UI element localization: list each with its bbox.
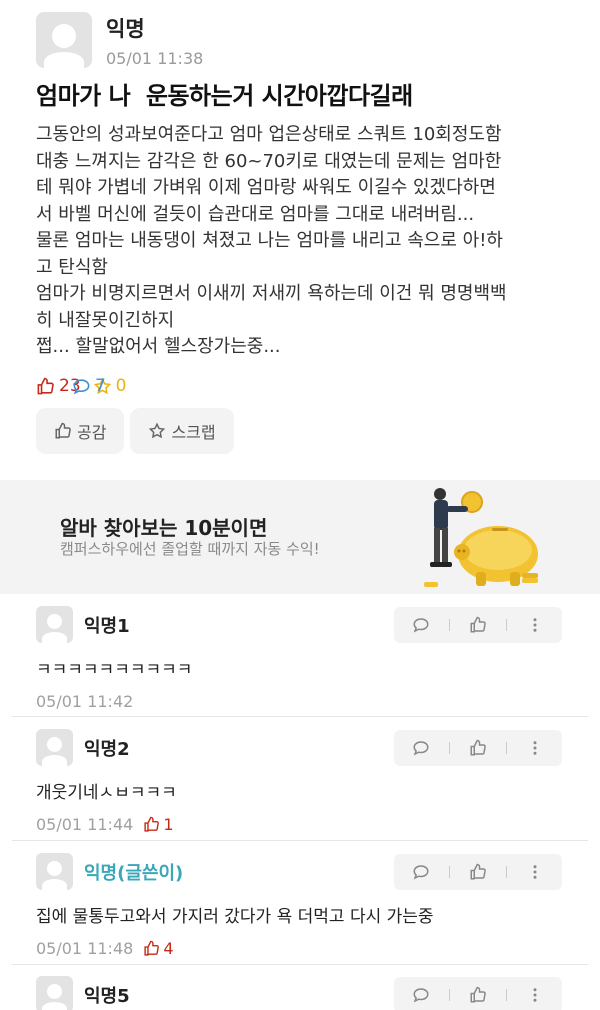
post-body-line: 서 바벨 머신에 걸듯이 습관대로 엄마를 그대로 내려버림... xyxy=(36,203,475,225)
more-vertical-icon[interactable] xyxy=(526,739,544,757)
comment: 익명2 개웃기네ㅅㅂㅋㅋㅋ 05/01 11:44 1 xyxy=(36,729,562,834)
comment: 익명(글쓴이) 집에 물통두고와서 가지러 갔다가 욕 더먹고 다시 가는중 0… xyxy=(36,853,562,958)
comment-time: 05/01 11:48 xyxy=(36,939,134,958)
comment-like-count: 4 xyxy=(143,939,174,958)
comment-like-count: 1 xyxy=(143,815,174,834)
reply-icon[interactable] xyxy=(412,863,430,881)
post-author-name: 익명 xyxy=(106,16,145,41)
post-title: 엄마가 나 운동하는거 시간아깝다길래 xyxy=(36,82,413,110)
post-body-line: 대충 느껴지는 감각은 한 60~70키로 대였는데 문제는 엄마한 xyxy=(36,150,502,172)
piggy-bank-illustration xyxy=(424,488,538,587)
star-icon xyxy=(149,422,166,439)
comment-text: 개웃기네ㅅㅂㅋㅋㅋ xyxy=(36,783,177,803)
post-body: 그동안의 성과보여준다고 엄마 업은상태로 스쿼트 10회정도함 대충 느껴지는… xyxy=(36,122,566,361)
post-stats: 23 7 0 xyxy=(36,376,138,396)
post-body-line: 그동안의 성과보여준다고 엄마 업은상태로 스쿼트 10회정도함 xyxy=(36,124,502,145)
divider xyxy=(12,964,588,965)
comment-toolbar xyxy=(394,730,562,766)
divider xyxy=(12,840,588,841)
comment-avatar xyxy=(36,853,73,890)
ad-title: 알바 찾아보는 10분이면 xyxy=(60,516,268,540)
thumb-up-icon xyxy=(37,377,54,394)
comment-author: 익명2 xyxy=(84,738,130,760)
comment-text: 집에 물통두고와서 가지러 갔다가 욕 더먹고 다시 가는중 xyxy=(36,907,434,927)
thumb-up-icon xyxy=(144,816,160,832)
thumb-up-icon xyxy=(55,422,71,439)
reply-icon[interactable] xyxy=(412,986,430,1004)
more-vertical-icon[interactable] xyxy=(526,863,544,881)
comment-time: 05/01 11:42 xyxy=(36,692,134,711)
divider xyxy=(12,716,588,717)
author-avatar xyxy=(36,12,92,68)
comment-toolbar xyxy=(394,854,562,890)
thumb-up-icon[interactable] xyxy=(469,863,487,881)
post-body-line: 엄마가 비명지르면서 이새끼 저새끼 욕하는데 이건 뭐 명명백백 xyxy=(36,283,507,304)
post-header: 익명 05/01 11:38 xyxy=(36,12,203,68)
scrap-button[interactable]: 스크랩 xyxy=(130,408,234,454)
post-actions: 공감 스크랩 xyxy=(36,408,240,454)
comment-count: 7 xyxy=(72,376,598,396)
comment-text: ㅋㅋㅋㅋㅋㅋㅋㅋㅋㅋ xyxy=(36,660,193,680)
scrap-button-label: 스크랩 xyxy=(171,423,216,442)
comment: 익명1 ㅋㅋㅋㅋㅋㅋㅋㅋㅋㅋ 05/01 11:42 xyxy=(36,606,562,711)
post-body-line: 고 탄식함 xyxy=(36,256,108,278)
comment-toolbar xyxy=(394,607,562,643)
post-body-line: 쩝... 할말없어서 헬스장가는중... xyxy=(36,336,281,357)
comment-author: 익명1 xyxy=(84,615,130,637)
speech-bubble-icon xyxy=(73,378,90,394)
like-button-label: 공감 xyxy=(77,423,107,442)
ad-banner[interactable]: 알바 찾아보는 10분이면 캠퍼스하우에선 졸업할 때까지 자동 수익! xyxy=(0,480,600,594)
comment-avatar xyxy=(36,976,73,1010)
comment-author-op: 익명(글쓴이) xyxy=(84,862,184,884)
comment-avatar xyxy=(36,606,73,643)
reply-icon[interactable] xyxy=(412,616,430,634)
ad-subtitle: 캠퍼스하우에선 졸업할 때까지 자동 수익! xyxy=(60,540,320,558)
thumb-up-icon xyxy=(144,940,160,956)
comment-like-value: 4 xyxy=(163,939,174,958)
post-body-line: 물론 엄마는 내동댕이 쳐졌고 나는 엄마를 내리고 속으로 아!하 xyxy=(36,230,503,251)
more-vertical-icon[interactable] xyxy=(526,986,544,1004)
post-body-line: 히 내잘못이긴하지 xyxy=(36,309,175,331)
comment-count-value: 7 xyxy=(95,376,106,396)
comment-author: 익명5 xyxy=(84,985,130,1007)
comment-like-value: 1 xyxy=(163,815,174,834)
post-time: 05/01 11:38 xyxy=(106,48,204,68)
reply-icon[interactable] xyxy=(412,739,430,757)
comment-avatar xyxy=(36,729,73,766)
comment-toolbar xyxy=(394,977,562,1010)
post-body-line: 테 뭐야 가볍네 가벼워 이제 엄마랑 싸워도 이길수 있겠다하면 xyxy=(36,177,496,198)
comment-time: 05/01 11:44 xyxy=(36,815,134,834)
thumb-up-icon[interactable] xyxy=(469,986,487,1004)
thumb-up-icon[interactable] xyxy=(469,739,487,757)
thumb-up-icon[interactable] xyxy=(469,616,487,634)
like-button[interactable]: 공감 xyxy=(36,408,125,454)
comment: 익명5 xyxy=(36,976,562,1010)
more-vertical-icon[interactable] xyxy=(526,616,544,634)
